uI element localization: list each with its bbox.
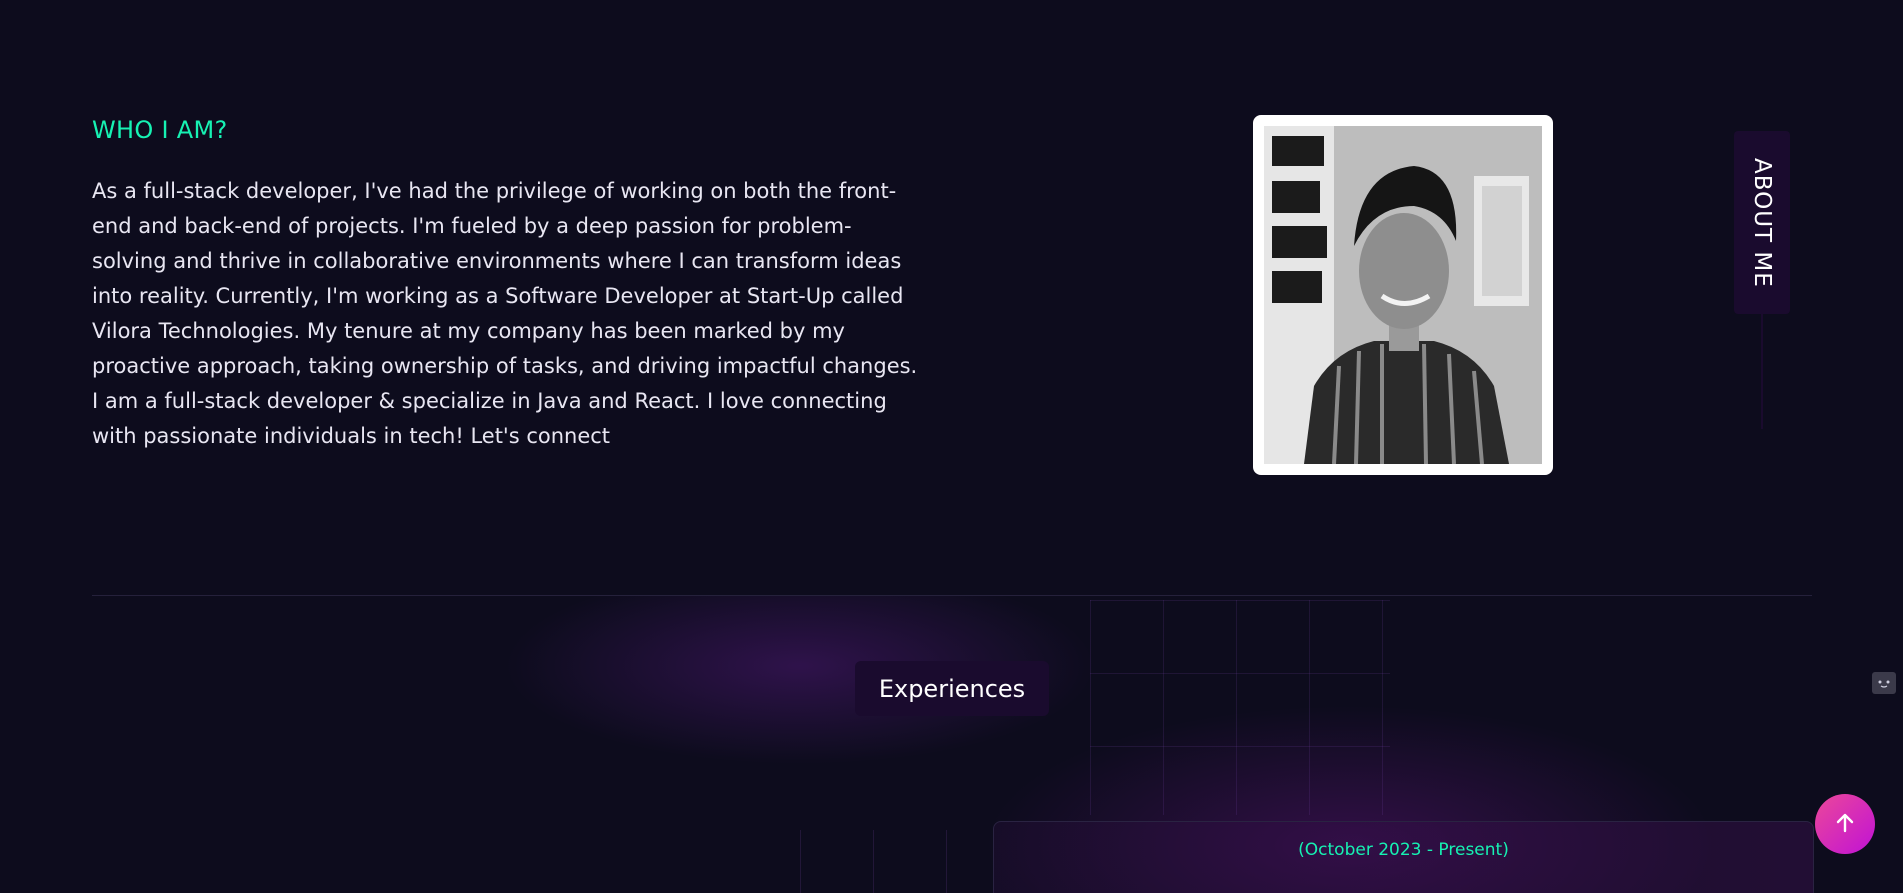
widget-icon[interactable] (1872, 672, 1896, 694)
about-description: As a full-stack developer, I've had the … (92, 179, 918, 448)
scroll-to-top-button[interactable] (1815, 794, 1875, 854)
about-me-tab-label: ABOUT ME (1749, 157, 1775, 288)
profile-photo (1264, 126, 1542, 464)
about-me-tab: ABOUT ME (1734, 131, 1790, 314)
experience-date: (October 2023 - Present) (1298, 840, 1509, 860)
about-tab-connector (1761, 314, 1763, 429)
experience-card: (October 2023 - Present) (993, 821, 1814, 893)
about-heading: WHO I AM? (92, 116, 228, 144)
arrow-up-icon (1834, 812, 1856, 837)
experiences-title-badge: Experiences (855, 661, 1049, 716)
page: WHO I AM? As a full-stack developer, I'v… (0, 0, 1903, 893)
background-grid-lower (800, 830, 1000, 893)
background-grid (1090, 600, 1390, 815)
profile-photo-frame (1253, 115, 1553, 475)
